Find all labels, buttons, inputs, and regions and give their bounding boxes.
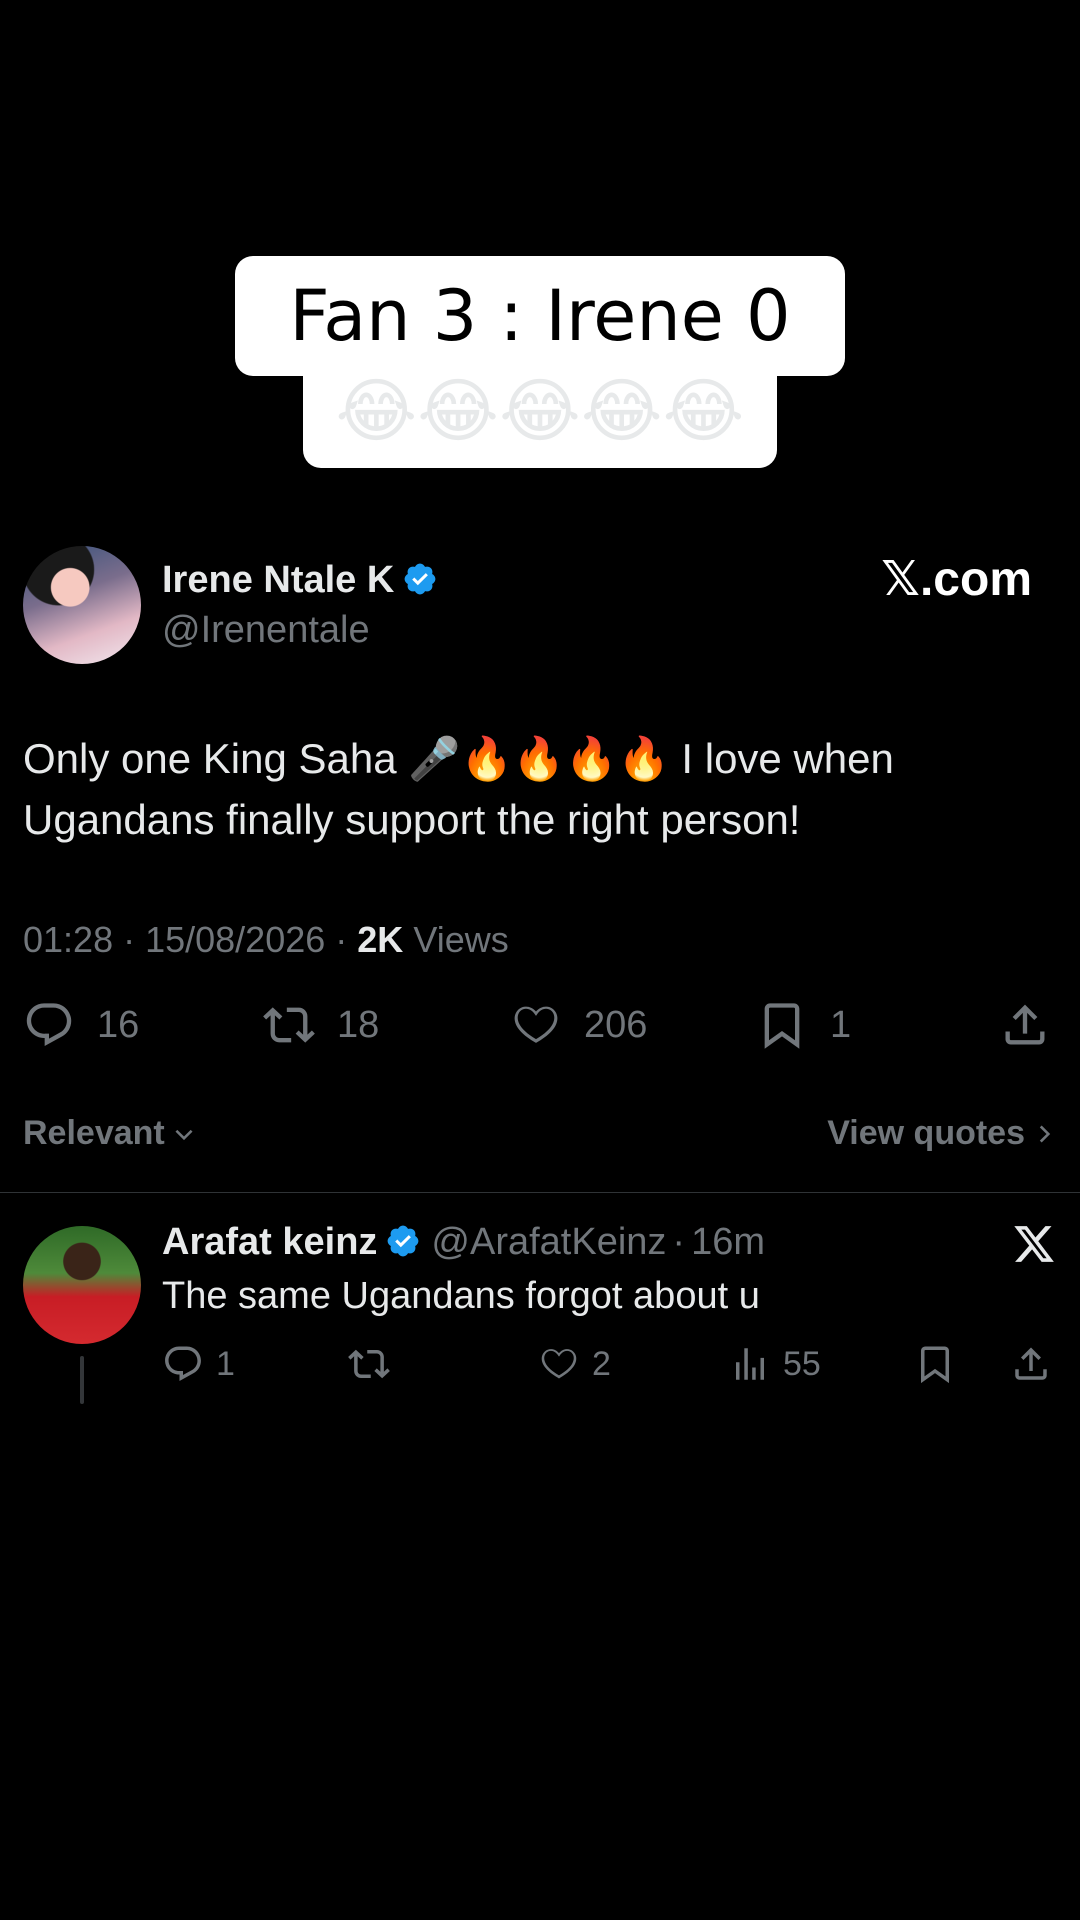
sort-dropdown[interactable]: Relevant — [23, 1105, 197, 1161]
view-quotes-label: View quotes — [827, 1114, 1025, 1152]
tweet-meta: 01:28 · 15/08/2026 · 2K Views — [23, 919, 509, 960]
divider — [0, 1192, 1080, 1193]
like-icon — [514, 1006, 558, 1043]
reply-like-count: 2 — [592, 1344, 611, 1383]
repost-icon — [263, 1007, 315, 1043]
author-name[interactable]: Irene Ntale K — [162, 556, 438, 604]
repost-button[interactable]: 18 — [263, 995, 379, 1055]
reply-bookmark-button[interactable] — [914, 1336, 956, 1392]
share-icon — [1015, 1347, 1047, 1380]
views-count: 2K — [357, 919, 404, 960]
verified-icon — [404, 563, 436, 595]
like-icon — [541, 1349, 577, 1379]
verified-icon — [388, 1225, 419, 1257]
caption-line-1: Fan 3 : Irene 0 — [235, 256, 845, 376]
reply-views-count: 55 — [783, 1344, 821, 1383]
bookmark-count: 1 — [830, 1003, 852, 1046]
bookmark-icon — [764, 1003, 800, 1049]
reply-icon — [165, 1346, 201, 1381]
reply-views-button[interactable]: 55 — [729, 1336, 821, 1392]
bookmark-icon — [921, 1346, 949, 1384]
reply-repost-button[interactable] — [348, 1336, 402, 1392]
x-logo-icon — [1014, 1226, 1054, 1262]
share-button[interactable] — [999, 995, 1051, 1055]
reply-share-button[interactable] — [1010, 1336, 1052, 1392]
reply-author-handle[interactable]: @ArafatKeinz — [431, 1221, 666, 1263]
reply-avatar[interactable] — [23, 1226, 141, 1344]
tweet-date[interactable]: 15/08/2026 — [145, 919, 325, 960]
reply-sort-bar: Relevant View quotes — [23, 1105, 1057, 1161]
share-icon — [1005, 1004, 1045, 1045]
thread-line — [80, 1356, 84, 1404]
like-count: 206 — [584, 1003, 648, 1046]
reply-like-button[interactable]: 2 — [538, 1336, 611, 1392]
repost-count: 18 — [337, 1003, 380, 1046]
author-name-text[interactable]: Irene Ntale K — [162, 559, 394, 601]
author-handle[interactable]: @Irenentale — [162, 606, 370, 654]
reply-header: Arafat keinz @ArafatKeinz · 16m — [162, 1216, 765, 1268]
reply-author-name[interactable]: Arafat keinz — [162, 1221, 377, 1263]
views-label: Views — [413, 919, 509, 960]
avatar[interactable] — [23, 546, 141, 664]
site-watermark: 𝕏.com — [881, 553, 1032, 606]
reply-button[interactable]: 16 — [23, 995, 139, 1055]
like-button[interactable]: 206 — [510, 995, 647, 1055]
reply-reply-button[interactable]: 1 — [162, 1336, 235, 1392]
chevron-right-icon — [1039, 1125, 1051, 1143]
view-quotes-link[interactable]: View quotes — [827, 1105, 1057, 1161]
screen: Fan 3 : Irene 0 😂😂😂😂😂 Irene Ntale K @Ire… — [0, 0, 1080, 1920]
sort-label: Relevant — [23, 1114, 165, 1152]
reply-reply-count: 1 — [216, 1344, 235, 1383]
reply-text: The same Ugandans forgot about u — [162, 1275, 760, 1317]
reply-separator: · — [672, 1221, 686, 1263]
reply-icon — [26, 1003, 72, 1047]
reply-count: 16 — [97, 1003, 140, 1046]
tweet-time[interactable]: 01:28 — [23, 919, 113, 960]
chevron-down-icon — [175, 1129, 193, 1141]
repost-icon — [348, 1349, 390, 1379]
reply-age[interactable]: 16m — [691, 1221, 765, 1263]
bookmark-button[interactable]: 1 — [756, 995, 851, 1055]
views-icon — [736, 1348, 764, 1380]
tweet-actions: 16 18 206 1 — [23, 995, 1057, 1055]
tweet-text: Only one King Saha 🎤🔥🔥🔥🔥 I love when Uga… — [23, 735, 894, 843]
reply-actions: 1 2 55 — [162, 1336, 1062, 1392]
